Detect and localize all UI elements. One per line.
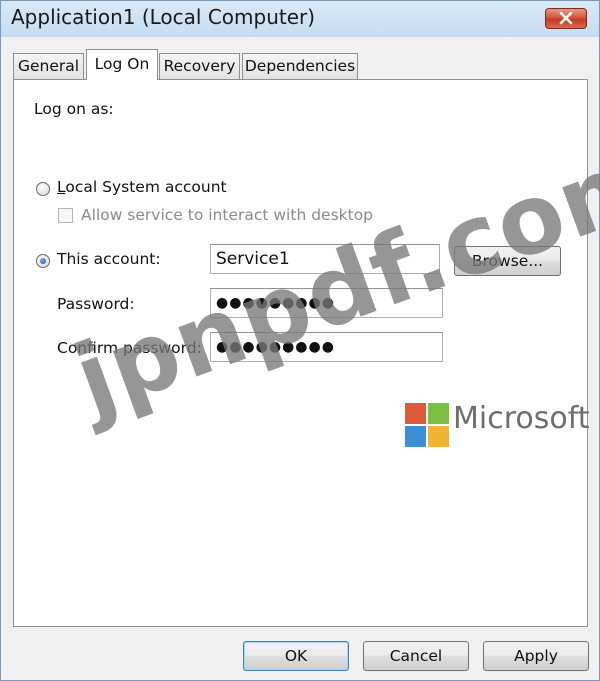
allow-desktop-label[interactable]: Allow service to interact with desktop: [81, 206, 373, 224]
window-title: Application1 (Local Computer): [11, 5, 316, 29]
microsoft-logo-icon: [405, 403, 449, 447]
local-system-label[interactable]: Local System account: [57, 178, 227, 196]
local-system-radio[interactable]: [36, 182, 50, 196]
ok-button[interactable]: OK: [243, 641, 349, 671]
dialog-window: Application1 (Local Computer) General Lo…: [0, 0, 600, 681]
title-bar[interactable]: Application1 (Local Computer): [1, 1, 599, 37]
this-account-radio[interactable]: [36, 254, 50, 268]
local-system-label-text: ocal System account: [65, 178, 227, 196]
this-account-label[interactable]: This account:: [57, 250, 161, 268]
microsoft-watermark-text: Microsoft: [453, 401, 590, 436]
cancel-button[interactable]: Cancel: [363, 641, 469, 671]
tab-log-on[interactable]: Log On: [86, 49, 158, 80]
tab-recovery[interactable]: Recovery: [159, 53, 240, 79]
tab-general[interactable]: General: [13, 53, 84, 79]
apply-button[interactable]: Apply: [483, 641, 589, 671]
close-icon: [559, 12, 573, 25]
allow-desktop-checkbox[interactable]: [58, 208, 73, 223]
log-on-as-heading: Log on as:: [34, 100, 114, 118]
tab-dependencies[interactable]: Dependencies: [242, 53, 358, 79]
close-button[interactable]: [545, 8, 587, 29]
